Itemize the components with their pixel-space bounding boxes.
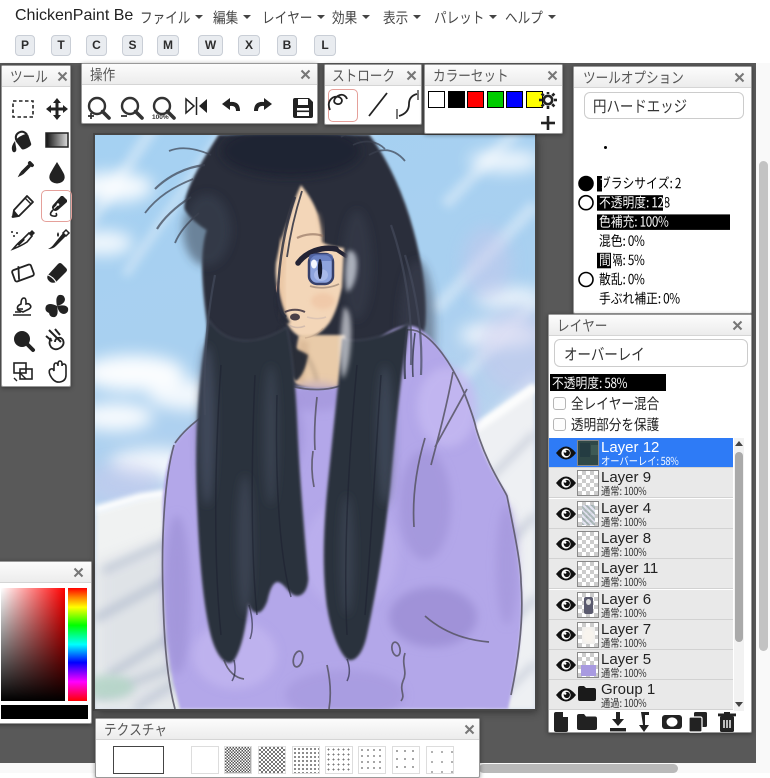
svg-text:100%: 100% <box>152 114 169 121</box>
